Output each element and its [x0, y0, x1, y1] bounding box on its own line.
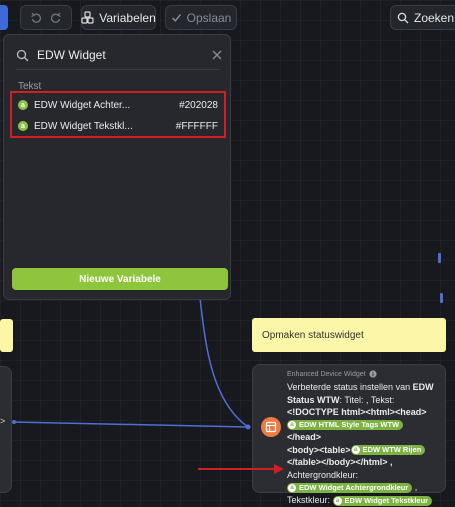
left-node[interactable] [0, 366, 12, 493]
html-text: <body><table> [287, 444, 351, 455]
variable-results-highlight: a EDW Widget Achter... #202028 a EDW Wid… [10, 91, 226, 138]
body-text: Achtergrondkleur: [287, 469, 359, 480]
text-variable-icon: a [18, 100, 28, 110]
node-header: Enhanced Device Widget [287, 370, 377, 378]
variables-icon [81, 11, 94, 24]
body-text: Verbeterde status instellen van [287, 382, 411, 392]
chip-badge: a [288, 421, 296, 430]
html-text: </table></body></html> , [287, 457, 393, 468]
variable-chip: a EDW HTML Style Tags WTW [287, 420, 404, 431]
variable-value: #202028 [179, 99, 218, 111]
redo-icon[interactable] [50, 12, 62, 24]
search-divider [16, 69, 220, 70]
html-text: <!DOCTYPE html><html><head> [287, 407, 427, 417]
variable-chip: a EDW Widget Achtergrondkleur [287, 482, 413, 493]
variable-name: EDW Widget Achter... [34, 99, 131, 111]
variables-button[interactable]: Variabelen [81, 5, 156, 30]
info-icon[interactable] [369, 370, 377, 378]
search-icon [397, 12, 409, 24]
chip-label: EDW Widget Tekstkleur [344, 495, 429, 505]
chip-badge: a [333, 496, 342, 505]
undo-redo-group [20, 5, 72, 30]
left-edge-button[interactable] [0, 5, 8, 30]
text-variable-icon: a [18, 121, 28, 131]
variable-search-row: EDW Widget [16, 45, 222, 65]
note-card[interactable]: Opmaken statuswidget [252, 318, 446, 352]
search-button[interactable]: Zoeken... [390, 5, 455, 30]
variables-label: Variabelen [99, 10, 156, 25]
left-port-arrow: > [0, 416, 6, 426]
variable-item[interactable]: a EDW Widget Achter... #202028 [18, 94, 218, 116]
widget-icon [261, 417, 281, 437]
html-text: </head> [287, 432, 322, 443]
chip-badge: a [288, 483, 296, 492]
variable-search-input[interactable]: EDW Widget [37, 48, 106, 62]
note-text: Opmaken statuswidget [262, 329, 364, 341]
save-label: Opslaan [186, 10, 232, 25]
variable-chip: a EDW Widget Tekstkleur [332, 495, 433, 506]
chip-label: EDW WTW Rijen [362, 445, 422, 455]
node-body: Verbeterde status instellen van EDW Stat… [287, 381, 437, 507]
variable-item[interactable]: a EDW Widget Tekstkl... #FFFFFF [18, 115, 218, 137]
variable-chip: a EDW WTW Rijen [350, 445, 426, 456]
variable-value: #FFFFFF [175, 120, 218, 132]
undo-icon[interactable] [30, 12, 42, 24]
variable-name: EDW Widget Tekstkl... [34, 120, 133, 132]
new-variable-button[interactable]: Nieuwe Variabele [12, 268, 228, 290]
body-text: : Titel: , Tekst: [339, 394, 395, 405]
node-header-text: Enhanced Device Widget [287, 370, 366, 378]
body-text: , [412, 482, 418, 493]
red-arrow-annotation [198, 464, 284, 474]
variables-dropdown: EDW Widget Tekst a EDW Widget Achter... … [3, 34, 231, 300]
search-icon [16, 49, 29, 62]
close-icon[interactable] [212, 50, 222, 60]
search-label: Zoeken... [414, 10, 455, 25]
check-icon [171, 12, 182, 23]
chip-label: EDW Widget Achtergrondkleur [299, 482, 409, 492]
chip-badge: a [351, 446, 360, 455]
chip-label: EDW HTML Style Tags WTW [299, 420, 400, 430]
left-note [0, 319, 13, 352]
save-button[interactable]: Opslaan [165, 5, 237, 30]
